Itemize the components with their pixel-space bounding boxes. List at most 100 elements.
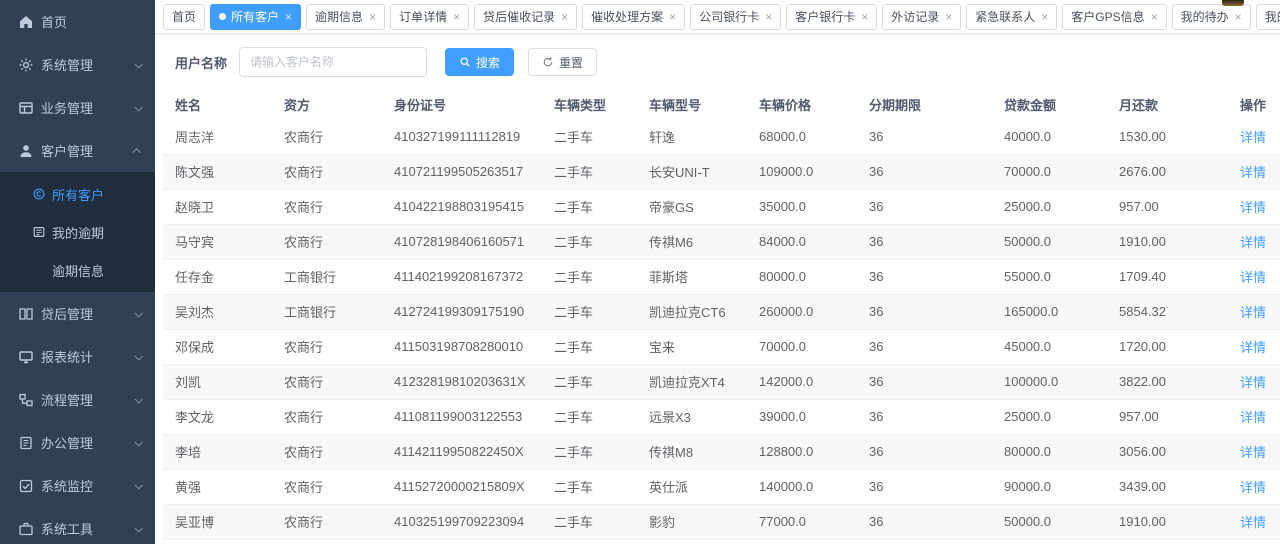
table-cell: 凯迪拉克XT4 [643,364,753,399]
sidebar-item-3[interactable]: 客户管理 [0,129,155,172]
chevron-down-icon [134,60,142,68]
table-cell: 45000.0 [998,329,1113,364]
table-cell: 100000.0 [998,364,1113,399]
table-cell-action: 详情 [1233,434,1280,469]
close-icon[interactable]: × [453,11,460,23]
table-cell: 2676.00 [1113,154,1233,189]
table-row: 赵晓卫农商行410422198803195415二手车帝豪GS35000.036… [163,189,1280,224]
tab-0[interactable]: 首页 [163,4,205,30]
table-cell [998,539,1113,544]
icon-placeholder [32,263,46,277]
chevron-down-icon [134,481,142,489]
table-cell: 农商行 [278,154,388,189]
tab-11[interactable]: 我的待办× [1172,4,1251,30]
detail-link[interactable]: 详情 [1240,410,1266,425]
tab-10[interactable]: 客户GPS信息× [1062,4,1166,30]
sidebar-item-label: 系统工具 [41,519,135,538]
sidebar-item-5[interactable]: 报表统计 [0,335,155,378]
detail-link[interactable]: 详情 [1240,235,1266,250]
sidebar-item-8[interactable]: 系统监控 [0,464,155,507]
detail-link[interactable]: 详情 [1240,165,1266,180]
column-header: 贷款金额 [998,89,1113,119]
table-cell: 77000.0 [753,504,863,539]
table-cell: 影豹 [643,504,753,539]
tab-6[interactable]: 公司银行卡× [690,4,781,30]
notebook-icon [32,225,46,239]
table-cell: 农商行 [278,119,388,154]
close-icon[interactable]: × [285,11,292,23]
reset-button[interactable]: 重置 [528,48,597,76]
close-icon[interactable]: × [1151,11,1158,23]
chevron-down-icon [134,352,142,360]
detail-link[interactable]: 详情 [1240,305,1266,320]
detail-link[interactable]: 详情 [1240,270,1266,285]
table-row: 周志洋农商行410327199111112819二手车轩逸68000.03640… [163,119,1280,154]
close-icon[interactable]: × [369,11,376,23]
sidebar-item-6[interactable]: 流程管理 [0,378,155,421]
table-cell: 二手车 [548,154,643,189]
table-cell: 957.00 [1113,399,1233,434]
detail-link[interactable]: 详情 [1240,130,1266,145]
detail-link[interactable]: 详情 [1240,515,1266,530]
tab-4[interactable]: 贷后催收记录× [474,4,577,30]
table-cell: 工商银行 [278,294,388,329]
detail-link[interactable]: 详情 [1240,445,1266,460]
table-cell: 36 [863,189,998,224]
detail-link[interactable]: 详情 [1240,200,1266,215]
sidebar-subitem-2[interactable]: 逾期信息 [0,251,155,289]
tab-5[interactable]: 催收处理方案× [582,4,685,30]
table-cell: 远景X3 [643,399,753,434]
table-cell: 二手车 [548,119,643,154]
sidebar-subitem-label: 我的逾期 [52,223,104,242]
close-icon[interactable]: × [561,11,568,23]
close-icon[interactable]: × [1235,11,1242,23]
table-cell: 41142119950822450X [388,434,548,469]
tab-1[interactable]: 所有客户 × [210,4,301,30]
sidebar-item-4[interactable]: 贷后管理 [0,292,155,335]
detail-link[interactable]: 详情 [1240,480,1266,495]
tab-label: 逾期信息 [315,8,363,25]
tab-label: 客户银行卡 [795,8,855,25]
table-cell: 80000.0 [753,259,863,294]
table-row: 吴刘杰工商银行412724199309175190二手车凯迪拉克CT626000… [163,294,1280,329]
tab-12[interactable]: 我的流程× [1256,4,1280,30]
column-header: 分期期限 [863,89,998,119]
search-button[interactable]: 搜索 [445,48,514,76]
monitor-chart-icon [18,349,34,365]
close-icon[interactable]: × [861,11,868,23]
sidebar-subitem-0[interactable]: 所有客户 [0,175,155,213]
close-icon[interactable]: × [945,11,952,23]
sidebar-item-0[interactable]: 首页 [0,0,155,43]
table-cell-action: 详情 [1233,189,1280,224]
sidebar-item-9[interactable]: 系统工具 [0,507,155,544]
table-cell: 李培 [163,434,278,469]
column-header: 姓名 [163,89,278,119]
close-icon[interactable]: × [1041,11,1048,23]
column-header: 车辆类型 [548,89,643,119]
tab-2[interactable]: 逾期信息 × [306,4,385,30]
sidebar-subitem-1[interactable]: 我的逾期 [0,213,155,251]
search-input[interactable] [239,47,427,77]
tab-8[interactable]: 外访记录× [882,4,961,30]
tab-9[interactable]: 紧急联系人× [966,4,1057,30]
close-icon[interactable]: × [669,11,676,23]
table-cell: 36 [863,224,998,259]
tab-label: 所有客户 [231,8,279,25]
tab-7[interactable]: 客户银行卡 × [786,4,877,30]
detail-link[interactable]: 详情 [1240,340,1266,355]
table-row: 吴亚博农商行410325199709223094二手车影豹77000.03650… [163,504,1280,539]
table-cell: 70000.0 [753,329,863,364]
table-cell: 长安UNI-T [643,154,753,189]
table-cell: 刘凯 [163,364,278,399]
table-cell: 1709.40 [1113,259,1233,294]
sidebar-item-2[interactable]: 业务管理 [0,86,155,129]
gear-icon [18,57,34,73]
tab-3[interactable]: 订单详情× [390,4,469,30]
sidebar-item-label: 系统监控 [41,476,135,495]
detail-link[interactable]: 详情 [1240,375,1266,390]
sidebar-item-7[interactable]: 办公管理 [0,421,155,464]
table-cell: 5854.32 [1113,294,1233,329]
table-cell: 农商行 [278,504,388,539]
close-icon[interactable]: × [765,11,772,23]
sidebar-item-1[interactable]: 系统管理 [0,43,155,86]
